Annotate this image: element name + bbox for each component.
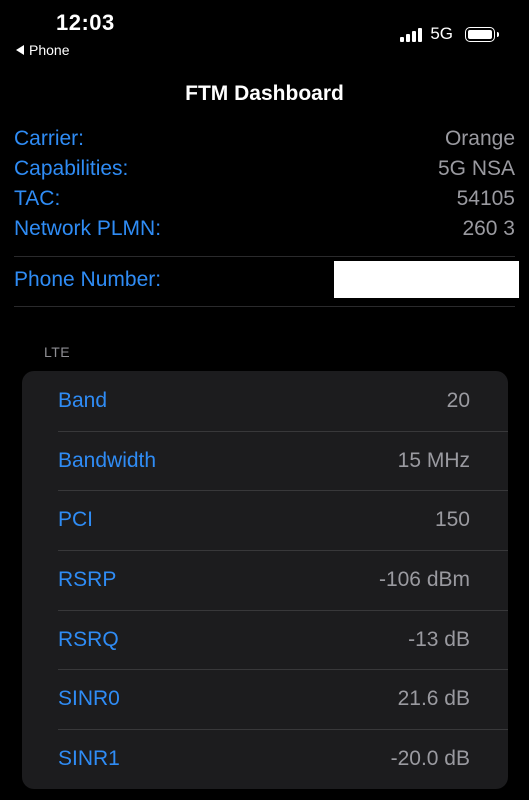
info-row-network-plmn: Network PLMN: 260 3 (14, 214, 515, 244)
lte-row-label: Bandwidth (58, 448, 157, 472)
lte-row-label: SINR1 (58, 746, 120, 770)
info-value: 260 3 (462, 217, 515, 240)
info-row-tac: TAC: 54105 (14, 184, 515, 214)
lte-row-pci[interactable]: PCI 150 (22, 490, 508, 550)
lte-info-card: Band 20 Bandwidth 15 MHz PCI 150 RSRP -1… (22, 371, 508, 789)
back-arrow-icon (16, 45, 24, 55)
lte-row-value: -20.0 dB (390, 746, 470, 770)
info-value: 54105 (456, 187, 515, 210)
info-label: Carrier: (14, 127, 85, 150)
info-label: TAC: (14, 187, 61, 210)
lte-row-sinr1[interactable]: SINR1 -20.0 dB (22, 729, 508, 789)
cellular-signal-icon (400, 27, 423, 42)
lte-row-label: PCI (58, 508, 94, 532)
info-label: Capabilities: (14, 157, 129, 180)
lte-row-rsrq[interactable]: RSRQ -13 dB (22, 609, 508, 670)
info-value: Orange (444, 127, 515, 150)
lte-row-bandwidth[interactable]: Bandwidth 15 MHz (22, 430, 508, 491)
status-indicators: 5G (400, 24, 499, 44)
info-row-carrier: Carrier: Orange (14, 124, 515, 154)
info-row-phone-number: Phone Number: (14, 261, 519, 298)
page-title: FTM Dashboard (185, 82, 344, 105)
section-header-lte: LTE (44, 344, 71, 360)
phone-number-redacted (334, 261, 519, 298)
lte-row-label: RSRQ (58, 627, 119, 651)
lte-row-label: Band (58, 388, 108, 412)
network-type-indicator: 5G (430, 24, 453, 43)
lte-row-label: RSRP (58, 567, 117, 591)
lte-row-value: 21.6 dB (397, 687, 470, 711)
info-row-capabilities: Capabilities: 5G NSA (14, 154, 515, 184)
lte-row-value: -106 dBm (378, 567, 470, 591)
divider (14, 306, 515, 307)
status-time: 12:03 (56, 10, 115, 35)
lte-row-rsrp[interactable]: RSRP -106 dBm (22, 550, 508, 610)
lte-row-value: 15 MHz (397, 448, 470, 472)
lte-row-sinr0[interactable]: SINR0 21.6 dB (22, 669, 508, 729)
info-value: 5G NSA (437, 157, 515, 180)
lte-row-band[interactable]: Band 20 (22, 371, 508, 431)
back-link-label: Phone (29, 42, 70, 58)
divider (14, 256, 515, 257)
info-label: Network PLMN: (14, 217, 162, 240)
info-label: Phone Number: (14, 267, 162, 291)
carrier-info-list: Carrier: Orange Capabilities: 5G NSA TAC… (14, 124, 515, 244)
lte-row-label: SINR0 (58, 687, 120, 711)
lte-row-value: 150 (434, 508, 470, 532)
battery-icon (465, 26, 499, 42)
back-to-phone-link[interactable]: Phone (16, 42, 69, 58)
lte-row-value: -13 dB (408, 627, 470, 651)
lte-row-value: 20 (446, 388, 470, 412)
